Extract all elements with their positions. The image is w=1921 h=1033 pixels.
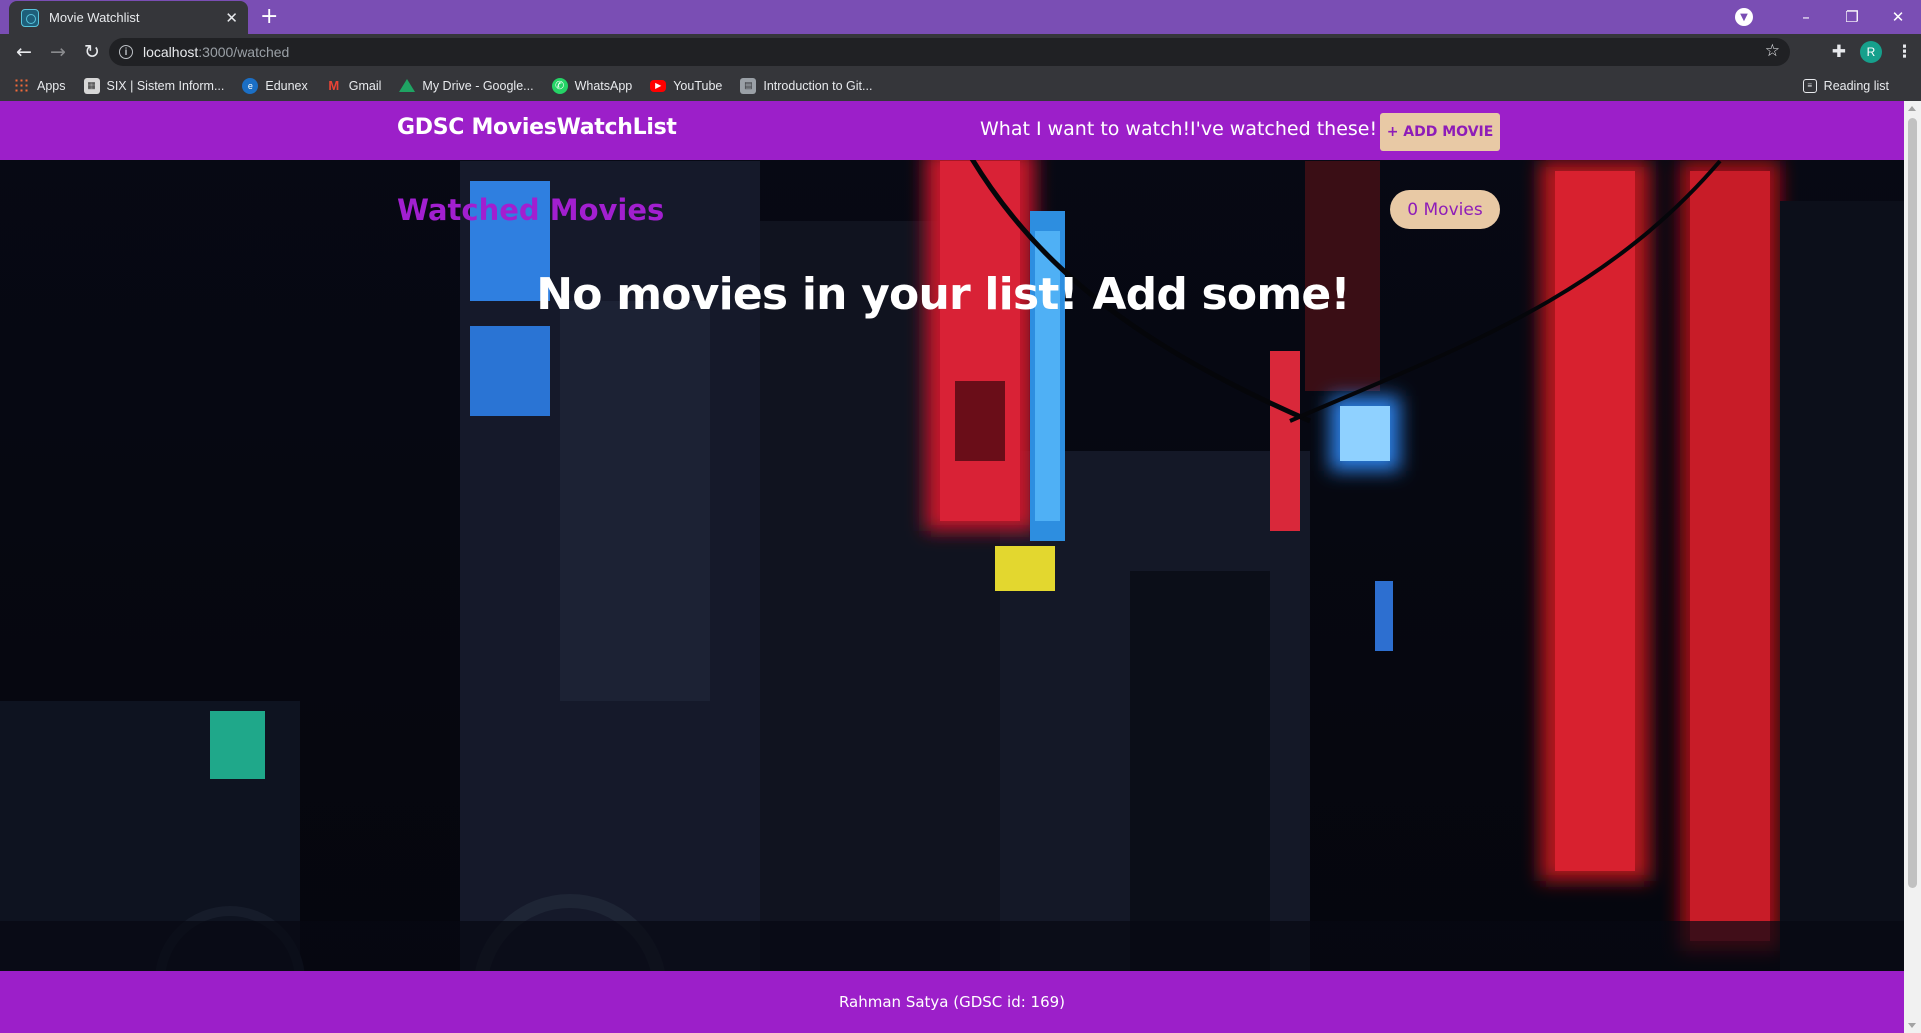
- window-controls: ▼ – ❐ ✕: [1735, 0, 1921, 34]
- forward-arrow-icon[interactable]: →: [42, 41, 74, 63]
- url-path: :3000/watched: [198, 44, 290, 60]
- new-tab-button[interactable]: +: [260, 4, 278, 30]
- extensions-puzzle-icon[interactable]: ✚: [1832, 42, 1846, 62]
- whatsapp-icon: ✆: [551, 77, 568, 94]
- bookmark-label: My Drive - Google...: [422, 78, 534, 93]
- reading-list-button[interactable]: ≡ Reading list: [1802, 78, 1889, 93]
- page-icon: ▤: [740, 77, 757, 94]
- google-drive-icon: [399, 79, 416, 92]
- footer-credit: Rahman Satya (GDSC id: 169): [838, 993, 1066, 1011]
- bookmark-star-icon[interactable]: ☆: [1765, 41, 1780, 61]
- page-viewport: GDSC MoviesWatchList What I want to watc…: [0, 101, 1904, 1033]
- bookmark-drive[interactable]: My Drive - Google...: [399, 78, 534, 93]
- brand-logo-text[interactable]: GDSC MoviesWatchList: [397, 115, 677, 140]
- add-movie-button[interactable]: + ADD MOVIE: [1380, 113, 1500, 151]
- edunex-icon: e: [242, 77, 259, 94]
- bookmark-whatsapp[interactable]: ✆ WhatsApp: [551, 77, 633, 94]
- bookmark-label: Edunex: [265, 78, 308, 93]
- bookmark-apps[interactable]: Apps: [14, 77, 66, 94]
- profile-avatar[interactable]: R: [1860, 41, 1882, 63]
- page-title: Watched Movies: [397, 193, 665, 227]
- reload-icon[interactable]: ↻: [76, 41, 108, 63]
- scroll-up-icon[interactable]: [1908, 106, 1916, 111]
- bookmark-label: Apps: [37, 78, 66, 93]
- bookmark-gmail[interactable]: M Gmail: [326, 78, 382, 94]
- close-tab-icon[interactable]: ✕: [225, 9, 238, 27]
- app-header: GDSC MoviesWatchList What I want to watc…: [0, 101, 1904, 160]
- empty-list-message: No movies in your list! Add some!: [536, 269, 1350, 320]
- page-scrollbar[interactable]: [1904, 101, 1921, 1033]
- bookmark-label: Introduction to Git...: [763, 78, 873, 93]
- gmail-icon: M: [328, 78, 340, 93]
- restore-icon[interactable]: ❐: [1829, 8, 1875, 26]
- bookmark-label: Gmail: [348, 78, 382, 93]
- youtube-icon: ▶: [650, 79, 667, 92]
- site-info-icon[interactable]: i: [119, 45, 133, 59]
- address-bar[interactable]: i localhost:3000/watched ☆: [109, 38, 1790, 66]
- cyberpunk-city-background: [0, 101, 1904, 1033]
- movie-count-badge: 0 Movies: [1390, 190, 1500, 229]
- browser-toolbar: ← → ↻ i localhost:3000/watched ☆ ✚ R ⋮: [0, 34, 1921, 70]
- nav-want-to-watch[interactable]: What I want to watch!: [980, 118, 1190, 140]
- bookmark-six[interactable]: ▦ SIX | Sistem Inform...: [83, 77, 225, 94]
- page-footer: Rahman Satya (GDSC id: 169): [0, 971, 1904, 1033]
- browser-tab[interactable]: Movie Watchlist ✕: [9, 1, 248, 34]
- minimize-icon[interactable]: –: [1783, 8, 1829, 26]
- bookmark-edunex[interactable]: e Edunex: [242, 77, 308, 94]
- bookmark-label: WhatsApp: [574, 78, 633, 93]
- apps-grid-icon: [14, 77, 30, 94]
- back-arrow-icon[interactable]: ←: [8, 41, 40, 63]
- reading-list-label: Reading list: [1823, 78, 1889, 93]
- bookmarks-bar: Apps ▦ SIX | Sistem Inform... e Edunex M Gm…: [0, 70, 1921, 101]
- six-icon: ▦: [83, 77, 100, 94]
- close-window-icon[interactable]: ✕: [1875, 8, 1921, 26]
- reading-list-icon: ≡: [1802, 78, 1817, 93]
- nav-watched[interactable]: I've watched these!: [1190, 118, 1377, 140]
- url-host: localhost: [143, 44, 199, 60]
- scroll-thumb[interactable]: [1908, 118, 1917, 888]
- bookmark-intro-git[interactable]: ▤ Introduction to Git...: [740, 77, 873, 94]
- scroll-down-icon[interactable]: [1908, 1023, 1916, 1028]
- bookmark-youtube[interactable]: ▶ YouTube: [650, 79, 722, 93]
- react-favicon-icon: [21, 8, 39, 27]
- browser-titlebar: Movie Watchlist ✕ + ▼ – ❐ ✕: [0, 0, 1921, 34]
- bookmark-label: SIX | Sistem Inform...: [106, 78, 225, 93]
- browser-menu-icon[interactable]: ⋮: [1896, 42, 1913, 62]
- tab-title: Movie Watchlist: [49, 10, 140, 25]
- bookmark-label: YouTube: [673, 78, 723, 93]
- tab-search-icon[interactable]: ▼: [1735, 8, 1753, 26]
